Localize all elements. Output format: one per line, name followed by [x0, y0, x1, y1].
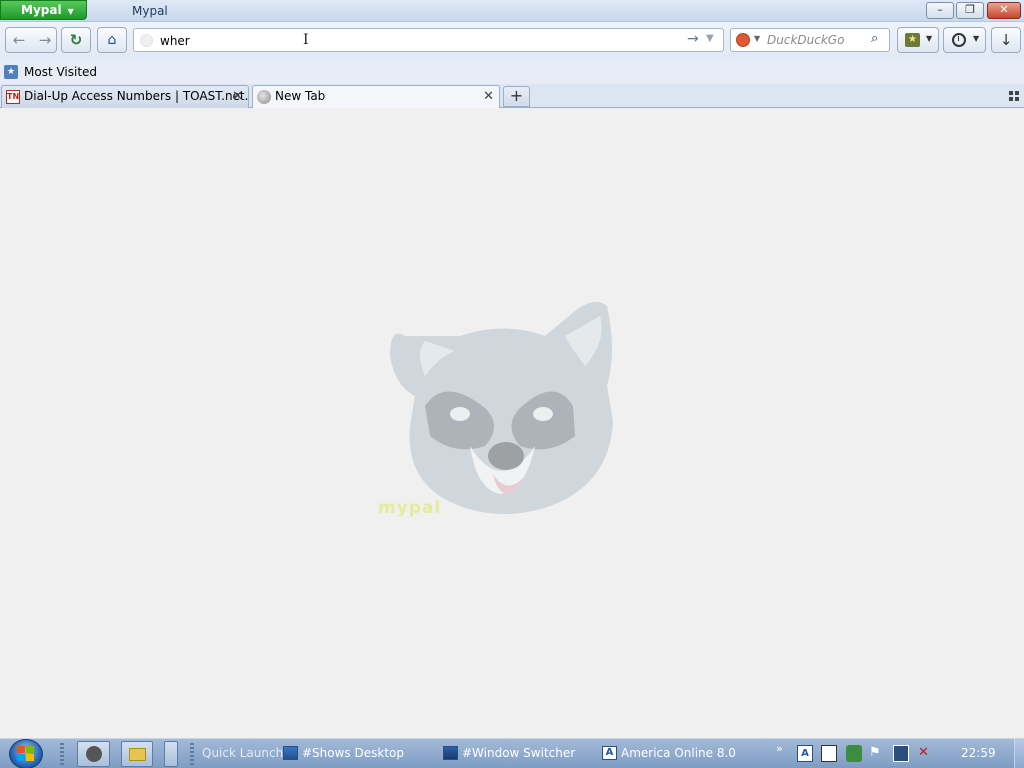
new-tab-page: mypal: [0, 108, 1024, 738]
search-icon[interactable]: ⌕: [871, 31, 878, 46]
task-window-switcher[interactable]: #Window Switcher: [443, 746, 575, 760]
forward-arrow-icon: →: [38, 31, 52, 49]
aol-icon: A: [602, 746, 617, 760]
app-menu-button[interactable]: Mypal ▼: [0, 0, 87, 20]
task-america-online[interactable]: A America Online 8.0: [602, 746, 736, 760]
taskbar-grip[interactable]: [60, 743, 64, 765]
folder-icon: [129, 748, 146, 761]
tab-new-tab[interactable]: New Tab ✕: [252, 85, 500, 109]
bookmark-most-visited[interactable]: ★ Most Visited: [3, 63, 97, 81]
history-button[interactable]: ▼: [943, 27, 986, 53]
close-icon: ✕: [999, 3, 1009, 16]
toast-net-favicon-icon: TN: [6, 90, 20, 104]
task-label: America Online 8.0: [621, 746, 736, 760]
url-history-dropdown-icon[interactable]: ▼: [706, 33, 714, 44]
close-tab-icon[interactable]: ✕: [483, 86, 494, 107]
app-menu-label: Mypal: [21, 3, 62, 17]
forward-button[interactable]: →: [34, 28, 56, 52]
minimize-icon: –: [937, 3, 943, 16]
task-label: #Shows Desktop: [302, 746, 404, 760]
tab-label: New Tab: [275, 89, 326, 103]
taskbar-clock[interactable]: 22:59: [961, 746, 996, 760]
show-hidden-icons-icon[interactable]: »: [776, 742, 792, 759]
bookmark-star-icon: ★: [905, 33, 920, 47]
mypal-quicklaunch-button[interactable]: [77, 741, 110, 767]
close-window-button[interactable]: ✕: [987, 2, 1021, 19]
most-visited-icon: ★: [4, 65, 18, 79]
aol-tray-icon[interactable]: A: [797, 745, 813, 762]
volume-muted-icon[interactable]: ✕: [918, 745, 934, 762]
bookmarks-menu-button[interactable]: ★ ▼: [897, 27, 939, 53]
window-switcher-icon: [443, 746, 458, 760]
tab-label: Dial-Up Access Numbers | TOAST.net...: [24, 89, 249, 103]
text-cursor-icon: I: [303, 32, 309, 48]
download-arrow-icon: ↓: [999, 31, 1013, 49]
bookmarks-toolbar: ★ Most Visited: [0, 60, 1024, 84]
address-bar[interactable]: → ▼: [133, 28, 724, 52]
mypal-wordmark: mypal: [378, 498, 442, 518]
plus-icon: +: [509, 86, 524, 105]
search-input[interactable]: [767, 33, 867, 47]
tab-strip: TN Dial-Up Access Numbers | TOAST.net...…: [0, 84, 1024, 109]
restore-icon: ❐: [965, 3, 975, 16]
minimize-button[interactable]: –: [926, 2, 954, 19]
downloads-button[interactable]: ↓: [991, 27, 1021, 53]
mypal-raccoon-logo-icon: [390, 302, 613, 515]
quick-launch-label: Quick Launch: [202, 746, 284, 760]
engine-dropdown-icon[interactable]: ▼: [754, 34, 760, 43]
globe-icon: [257, 90, 271, 104]
back-forward-group: ← →: [5, 27, 57, 53]
duckduckgo-icon[interactable]: [736, 33, 750, 47]
new-tab-button[interactable]: +: [503, 86, 530, 107]
chevron-down-icon: ▼: [973, 34, 980, 43]
taskbar-grip[interactable]: [190, 743, 194, 765]
back-button[interactable]: ←: [6, 28, 32, 52]
go-arrow-icon[interactable]: →: [687, 31, 699, 47]
action-center-flag-icon[interactable]: ⚑: [869, 745, 885, 762]
window-title: Mypal: [132, 4, 168, 18]
reload-icon: ↻: [69, 31, 83, 49]
task-label: #Window Switcher: [462, 746, 576, 760]
page-favicon-icon: [140, 34, 153, 47]
task-shows-desktop[interactable]: #Shows Desktop: [283, 746, 404, 760]
show-desktop-button[interactable]: [1014, 739, 1024, 768]
explorer-quicklaunch-button[interactable]: [121, 741, 153, 767]
chevron-down-icon: ▼: [67, 7, 74, 16]
start-button[interactable]: [7, 739, 45, 768]
home-button[interactable]: ⌂: [97, 27, 127, 53]
network-icon[interactable]: [893, 745, 909, 762]
chevron-down-icon: ▼: [926, 34, 933, 43]
security-shield-icon[interactable]: [846, 745, 862, 762]
raccoon-icon: [86, 746, 102, 762]
tab-dial-up-access[interactable]: TN Dial-Up Access Numbers | TOAST.net...…: [1, 85, 249, 108]
windows-logo-icon: [17, 746, 35, 762]
close-tab-icon[interactable]: ✕: [232, 86, 243, 107]
document-tray-icon[interactable]: [821, 745, 837, 762]
back-arrow-icon: ←: [12, 31, 26, 49]
list-all-tabs-icon[interactable]: [1009, 91, 1019, 101]
search-bar[interactable]: ▼ ⌕: [730, 28, 890, 52]
clock-icon: [952, 33, 966, 47]
navigation-toolbar: ← → ↻ ⌂ → ▼ ▼ ⌕ ★ ▼ ▼ ↓: [0, 22, 1024, 60]
quicklaunch-scroll-button[interactable]: [164, 741, 178, 767]
windows-taskbar: Quick Launch #Shows Desktop #Window Swit…: [0, 738, 1024, 768]
desktop-icon: [283, 746, 298, 760]
window-titlebar: Mypal ▼ Mypal – ❐ ✕: [0, 0, 1024, 22]
address-input[interactable]: [160, 32, 660, 49]
maximize-button[interactable]: ❐: [956, 2, 984, 19]
reload-button[interactable]: ↻: [61, 27, 91, 53]
bookmark-label: Most Visited: [24, 65, 98, 79]
home-icon: ⌂: [107, 32, 117, 48]
